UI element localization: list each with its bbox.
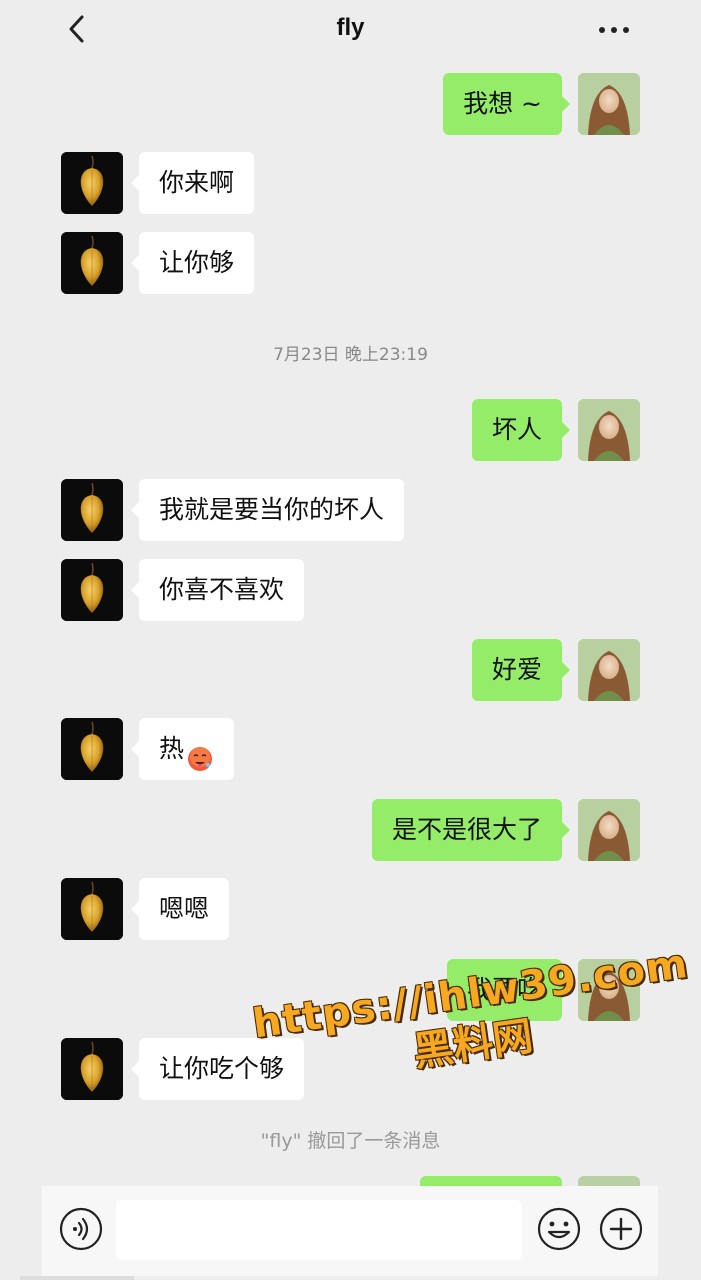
chat-header: fly: [0, 0, 701, 60]
input-bar: [42, 1186, 658, 1276]
contact-avatar[interactable]: [61, 152, 123, 214]
message-bubble-sent[interactable]: 坏人: [471, 399, 571, 461]
message-bubble-received[interactable]: 嗯嗯: [130, 878, 230, 940]
my-avatar[interactable]: [578, 959, 640, 1021]
contact-avatar[interactable]: [61, 479, 123, 541]
message-text: 嗯嗯: [159, 894, 210, 923]
contact-avatar[interactable]: [61, 232, 123, 294]
message-bubble-sent[interactable]: 是不是很大了: [371, 799, 571, 861]
message-text: 好爱: [491, 655, 542, 684]
message-bubble-sent[interactable]: 我要吃: [446, 959, 571, 1021]
message-bubble-sent[interactable]: 好爱: [471, 639, 571, 701]
message-bubble-sent[interactable]: 我想 ~: [443, 73, 570, 135]
message-text: 我想 ~: [463, 89, 542, 118]
my-avatar[interactable]: [578, 73, 640, 135]
message-text: 我要吃: [466, 975, 542, 1004]
hot-face-emoji-icon: [186, 734, 214, 771]
message-bubble-received[interactable]: 你喜不喜欢: [130, 559, 305, 621]
message-text: 你来啊: [159, 168, 235, 197]
message-timestamp: 7月23日 晚上23:19: [273, 345, 428, 365]
contact-avatar[interactable]: [61, 878, 123, 940]
my-avatar[interactable]: [578, 639, 640, 701]
plus-icon[interactable]: [598, 1206, 644, 1252]
message-bubble-received[interactable]: 热: [130, 718, 235, 780]
message-text: 让你够: [159, 248, 235, 277]
message-bubble-received[interactable]: 你来啊: [130, 152, 255, 214]
contact-avatar[interactable]: [61, 718, 123, 780]
message-text: 热: [159, 734, 185, 763]
message-bubble-received[interactable]: 让你够: [130, 232, 255, 294]
contact-avatar[interactable]: [61, 1038, 123, 1100]
message-text: 让你吃个够: [159, 1054, 285, 1083]
contact-avatar[interactable]: [61, 559, 123, 621]
message-text: 我就是要当你的坏人: [159, 495, 385, 524]
recall-notice: "fly" 撤回了一条消息: [260, 1130, 441, 1152]
message-text: 坏人: [491, 415, 542, 444]
my-avatar[interactable]: [578, 399, 640, 461]
message-text: 你喜不喜欢: [159, 575, 285, 604]
message-input[interactable]: [116, 1200, 522, 1260]
message-bubble-received[interactable]: 让你吃个够: [130, 1038, 305, 1100]
voice-icon[interactable]: [58, 1206, 104, 1252]
my-avatar[interactable]: [578, 799, 640, 861]
emoji-icon[interactable]: [536, 1206, 582, 1252]
message-bubble-received[interactable]: 我就是要当你的坏人: [130, 479, 405, 541]
more-dots-icon[interactable]: [596, 18, 632, 42]
home-indicator: [20, 1276, 134, 1280]
message-text: 是不是很大了: [391, 815, 542, 844]
